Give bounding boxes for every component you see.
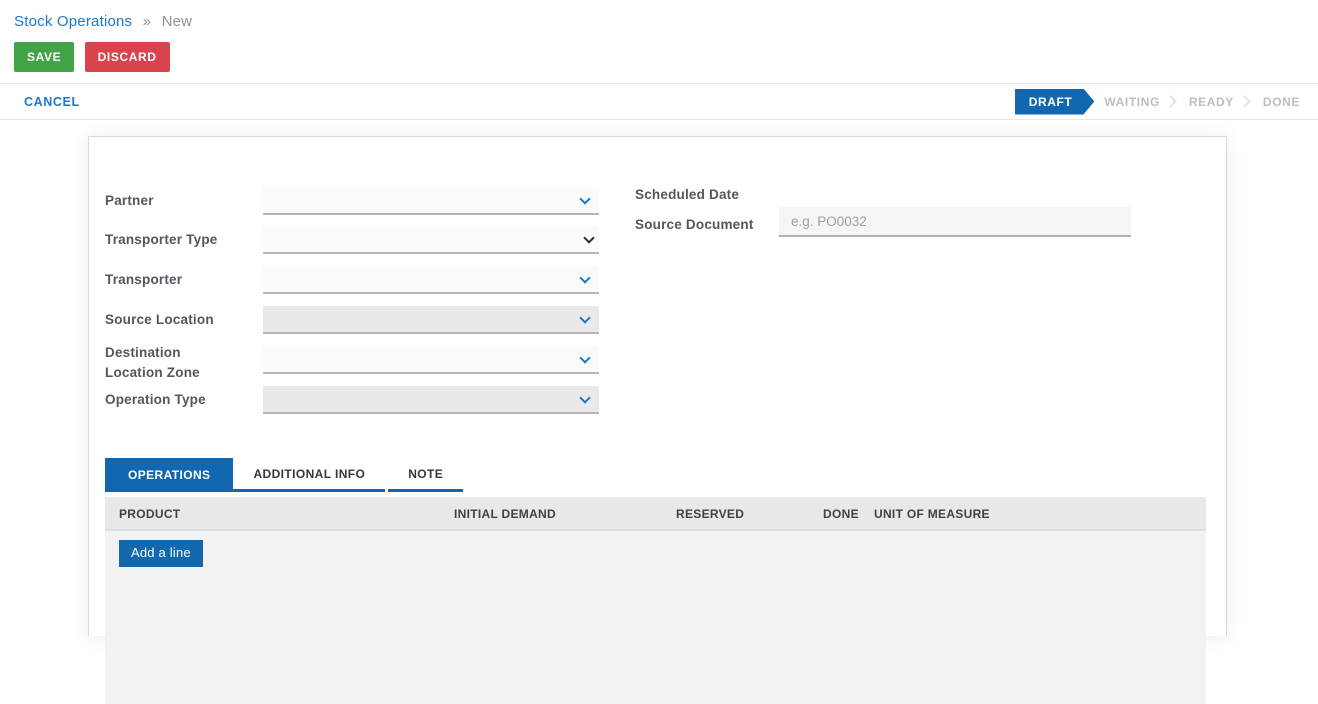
column-header-unit-of-measure: UNIT OF MEASURE xyxy=(874,507,990,521)
column-header-initial-demand: INITIAL DEMAND xyxy=(454,507,556,521)
form-sheet: Partner Transporter Type Transporter Sou… xyxy=(88,136,1227,636)
operations-table-header: PRODUCT INITIAL DEMAND RESERVED DONE UNI… xyxy=(105,497,1206,531)
status-step-draft[interactable]: DRAFT xyxy=(1015,89,1095,115)
destination-location-zone-select[interactable] xyxy=(263,346,599,374)
save-button[interactable]: SAVE xyxy=(14,42,74,72)
statusbar: DRAFT WAITING READY DONE xyxy=(1015,89,1300,115)
column-header-reserved: RESERVED xyxy=(676,507,744,521)
breadcrumb-root-link[interactable]: Stock Operations xyxy=(14,13,132,30)
notebook-tabs: OPERATIONS ADDITIONAL INFO NOTE xyxy=(105,458,466,492)
operations-table: PRODUCT INITIAL DEMAND RESERVED DONE UNI… xyxy=(105,497,1206,704)
chevron-down-icon xyxy=(579,272,590,283)
chevron-right-icon xyxy=(1164,95,1177,108)
source-document-label: Source Document xyxy=(635,217,785,232)
status-step-ready[interactable]: READY xyxy=(1189,95,1234,109)
tab-additional-info[interactable]: ADDITIONAL INFO xyxy=(233,458,385,492)
operation-type-label: Operation Type xyxy=(105,392,255,407)
status-step-done[interactable]: DONE xyxy=(1263,95,1300,109)
breadcrumb-current: New xyxy=(162,13,193,30)
discard-button[interactable]: DISCARD xyxy=(85,42,170,72)
cancel-button[interactable]: CANCEL xyxy=(24,95,80,109)
destination-location-zone-label: Destination Location Zone xyxy=(105,343,215,383)
scheduled-date-label: Scheduled Date xyxy=(635,187,785,202)
operation-type-select[interactable] xyxy=(263,386,599,414)
column-header-done: DONE xyxy=(823,507,859,521)
chevron-down-icon xyxy=(583,232,594,243)
chevron-down-icon xyxy=(579,193,590,204)
add-a-line-button[interactable]: Add a line xyxy=(119,540,203,567)
source-location-label: Source Location xyxy=(105,312,255,327)
status-step-waiting[interactable]: WAITING xyxy=(1104,95,1160,109)
operations-table-body: Add a line xyxy=(105,531,1206,704)
transporter-type-select[interactable] xyxy=(263,226,599,254)
toolbar: CANCEL DRAFT WAITING READY DONE xyxy=(0,83,1318,120)
breadcrumb-separator-icon: » xyxy=(143,13,152,30)
chevron-down-icon xyxy=(579,392,590,403)
partner-label: Partner xyxy=(105,193,255,208)
transporter-select[interactable] xyxy=(263,266,599,294)
tab-note[interactable]: NOTE xyxy=(388,458,463,492)
chevron-down-icon xyxy=(579,352,590,363)
column-header-product: PRODUCT xyxy=(119,507,180,521)
source-location-select[interactable] xyxy=(263,306,599,334)
scheduled-date-input[interactable] xyxy=(779,183,1131,209)
breadcrumb: Stock Operations » New xyxy=(0,0,1318,30)
form-actions: SAVE DISCARD xyxy=(0,30,1318,83)
transporter-type-label: Transporter Type xyxy=(105,232,255,247)
tab-operations[interactable]: OPERATIONS xyxy=(105,458,233,492)
transporter-label: Transporter xyxy=(105,272,255,287)
chevron-right-icon xyxy=(1238,95,1251,108)
chevron-down-icon xyxy=(579,312,590,323)
partner-select[interactable] xyxy=(263,187,599,215)
source-document-input[interactable] xyxy=(779,207,1131,237)
